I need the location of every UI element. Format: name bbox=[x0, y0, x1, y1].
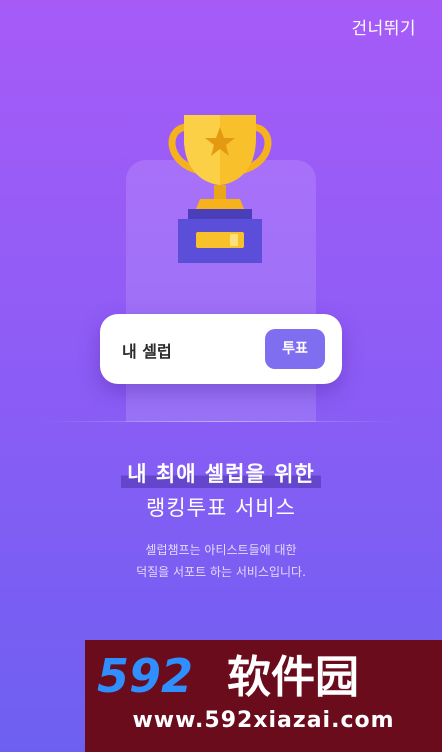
headline-highlight-text: 내 최애 셀럽을 위한 bbox=[121, 458, 321, 488]
trophy-icon bbox=[168, 115, 272, 263]
headline-line-2: 랭킹투표 서비스 bbox=[146, 496, 296, 520]
description-line-2: 덕질을 서포트 하는 서비스입니다. bbox=[136, 565, 306, 579]
my-celeb-label: 내 셀럽 bbox=[122, 342, 172, 361]
divider-line bbox=[40, 421, 402, 422]
headline-line-1: 내 최애 셀럽을 위한 bbox=[0, 458, 442, 488]
vote-card: 내 셀럽 투표 bbox=[100, 314, 342, 384]
watermark-logo: 592 软件园 bbox=[97, 650, 359, 700]
watermark: 592 软件园 www.592xiazai.com bbox=[85, 640, 442, 752]
vote-button[interactable]: 투표 bbox=[265, 329, 325, 369]
skip-button[interactable]: 건너뛰기 bbox=[351, 14, 416, 39]
onboarding-screen: 건너뛰기 내 셀럽 투표 내 최애 셀럽을 위한 랭킹투표 서비스 셀럽챔프는 … bbox=[0, 0, 442, 752]
watermark-url: www.592xiazai.com bbox=[132, 708, 395, 733]
watermark-logo-words: 软件园 bbox=[227, 652, 359, 700]
description-line-1: 셀럽챔프는 아티스트들에 대한 bbox=[145, 543, 297, 557]
watermark-logo-digits: 592 bbox=[97, 650, 193, 700]
